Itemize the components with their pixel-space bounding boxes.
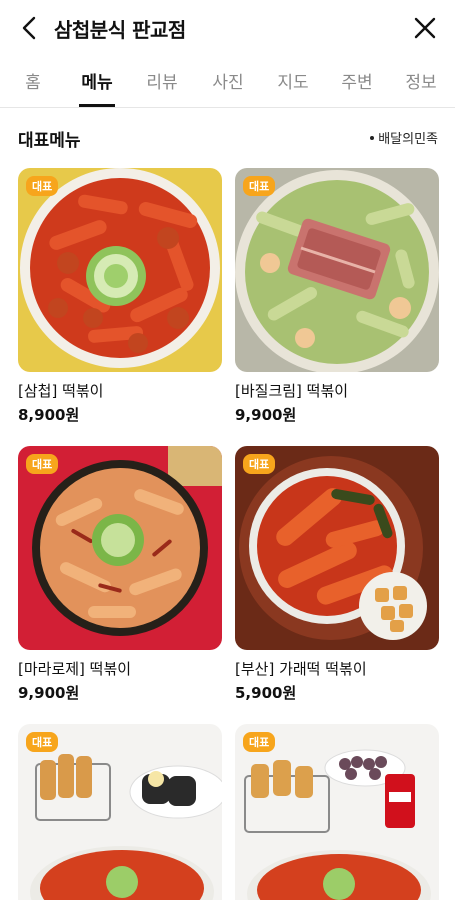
signature-badge: 대표	[26, 732, 59, 752]
menu-item-name: [삼첩] 떡볶이	[18, 382, 104, 400]
menu-item-price: 8,900원	[18, 406, 80, 424]
signature-badge: 대표	[26, 176, 59, 196]
section-source-label: 배달의민족	[378, 132, 438, 147]
section-source: 배달의민족	[370, 128, 438, 147]
tab-bar: 홈 메뉴 리뷰 사진 지도 주변 정보	[0, 56, 455, 108]
signature-badge: 대표	[243, 454, 276, 474]
menu-item-photo: 대표	[235, 446, 439, 650]
bullet-icon	[370, 135, 375, 140]
section-title: 대표메뉴	[18, 131, 81, 151]
chevron-left-icon[interactable]	[14, 12, 46, 44]
active-tab-indicator	[79, 104, 115, 107]
tab-home[interactable]: 홈	[25, 68, 41, 93]
tab-photos[interactable]: 사진	[212, 68, 243, 93]
menu-item-price: 9,900원	[235, 406, 297, 424]
menu-item-name: [바질크림] 떡볶이	[235, 382, 349, 400]
menu-item-price: 9,900원	[18, 684, 80, 702]
menu-item-photo: 대표	[18, 446, 222, 650]
tab-info[interactable]: 정보	[405, 68, 436, 93]
menu-item-name: [마라로제] 떡볶이	[18, 660, 132, 678]
top-bar: 삼첩분식 판교점	[0, 0, 455, 56]
menu-item-photo: 대표	[235, 168, 439, 372]
signature-badge: 대표	[243, 176, 276, 196]
tab-menu[interactable]: 메뉴	[81, 68, 112, 93]
tab-nearby[interactable]: 주변	[341, 68, 372, 93]
menu-item-price: 5,900원	[235, 684, 297, 702]
page-title: 삼첩분식 판교점	[54, 18, 186, 42]
signature-badge: 대표	[243, 732, 276, 752]
menu-item-photo: 대표	[18, 168, 222, 372]
close-icon[interactable]	[409, 12, 441, 44]
tab-reviews[interactable]: 리뷰	[146, 68, 177, 93]
menu-item-name: [부산] 가래떡 떡볶이	[235, 660, 367, 678]
signature-badge: 대표	[26, 454, 59, 474]
menu-item-photo: 대표	[18, 724, 222, 900]
menu-item-photo: 대표	[235, 724, 439, 900]
tab-map[interactable]: 지도	[277, 68, 308, 93]
